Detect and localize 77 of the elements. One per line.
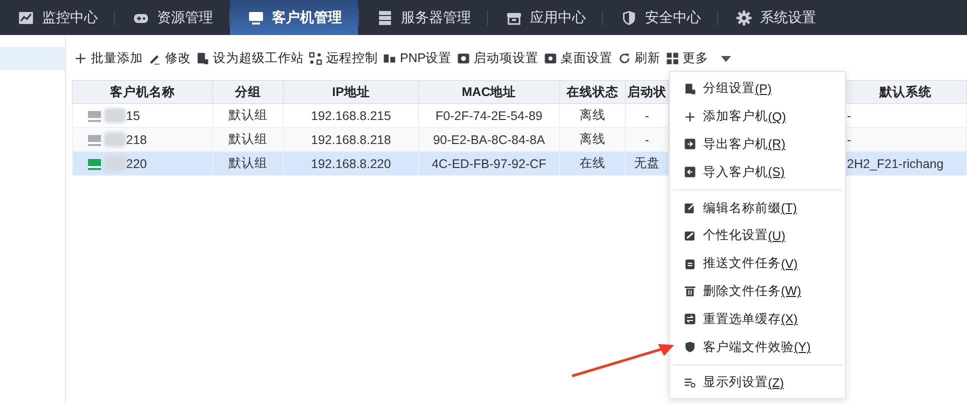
nav-tab[interactable]: 资源管理	[115, 0, 229, 35]
nav-tab[interactable]: 应用中心	[488, 0, 602, 35]
table-cell: 无盘	[634, 156, 660, 170]
list-settings-icon	[684, 376, 696, 389]
toolbar-button[interactable]: 修改	[146, 48, 194, 70]
table-cell: 90-E2-BA-8C-84-8A	[433, 132, 545, 146]
menu-item[interactable]: 删除文件任务(W)	[670, 278, 845, 306]
table-cell: 218	[126, 132, 147, 146]
table-cell: 默认组	[228, 156, 268, 170]
trash-icon	[684, 285, 696, 298]
refresh-icon	[618, 52, 631, 65]
nav-tab[interactable]: 监控中心	[0, 0, 114, 35]
table-cell: -	[847, 132, 852, 146]
menu-item[interactable]: 重置选单缓存(X)	[670, 305, 845, 334]
table-cell: 192.168.8.220	[311, 156, 391, 170]
nav-tab[interactable]: 安全中心	[603, 0, 717, 35]
menu-item[interactable]: 分组设置(P)	[670, 75, 845, 103]
table-cell: 默认组	[228, 132, 268, 146]
menu-item[interactable]: 客户端文件效验(Y)	[670, 333, 845, 361]
toolbar-button[interactable]: 远程控制	[307, 48, 381, 70]
table-cell: -	[847, 108, 852, 122]
column-header[interactable]: 客户机名称	[72, 80, 212, 104]
toolbar-button[interactable]: PNP设置	[381, 48, 455, 70]
plus-icon	[74, 52, 87, 65]
table-cell: 192.168.8.218	[311, 132, 391, 146]
table-cell: -	[644, 132, 650, 146]
column-header[interactable]: 启动状	[626, 80, 668, 104]
toolbar-button[interactable]: 更多	[664, 48, 734, 70]
menu-item[interactable]: 推送文件任务(V)	[670, 250, 845, 278]
menu-item[interactable]: 个性化设置(U)	[670, 222, 845, 250]
monitor-icon	[248, 10, 264, 26]
table-cell: F0-2F-74-2E-54-89	[436, 108, 542, 122]
import-icon	[684, 166, 696, 178]
server-icon	[377, 10, 393, 26]
toolbar-button[interactable]: 设为超级工作站	[194, 48, 307, 70]
grid-icon	[666, 52, 679, 65]
column-header[interactable]: IP地址	[284, 80, 418, 104]
column-header[interactable]: MAC地址	[418, 80, 560, 104]
nav-tab[interactable]: 系统设置	[718, 0, 832, 35]
table-cell: 4C-ED-FB-97-92-CF	[432, 156, 546, 170]
table-cell: 离线	[580, 132, 606, 146]
toolbar-button[interactable]: 刷新	[616, 48, 664, 70]
table-cell: -	[644, 108, 650, 122]
column-header[interactable]: 默认系统	[844, 80, 966, 104]
blurred-redaction	[104, 132, 126, 147]
table-cell: 220	[126, 156, 147, 170]
menu-item[interactable]: 编辑名称前缀(T)	[670, 194, 845, 222]
chart-icon	[18, 10, 34, 26]
edit-icon	[684, 202, 696, 214]
table-cell: 192.168.8.215	[311, 108, 391, 122]
swap-icon	[684, 313, 696, 326]
column-header[interactable]: 分组	[212, 80, 284, 104]
table-cell: 在线	[580, 156, 606, 170]
sidebar-item[interactable]	[0, 47, 65, 70]
table-cell: 15	[126, 108, 140, 122]
menu-item[interactable]: 添加客户机(Q)	[670, 102, 845, 131]
export-icon	[684, 138, 696, 150]
desktop-icon	[544, 52, 557, 65]
blurred-redaction	[104, 108, 126, 123]
plus-icon	[684, 110, 696, 123]
device-icon	[383, 52, 396, 65]
document-icon	[684, 82, 696, 95]
toolbar-button[interactable]: 启动项设置	[454, 48, 542, 70]
nav-tab[interactable]: 服务器管理	[359, 0, 487, 35]
nav-tab[interactable]: 客户机管理	[230, 0, 358, 35]
table-cell: 2H2_F21-richang	[847, 156, 944, 170]
gear-icon	[736, 10, 752, 26]
shield-icon	[684, 341, 696, 354]
table-cell: 默认组	[228, 108, 268, 122]
toolbar-button[interactable]: 批量添加	[72, 48, 146, 70]
toolbar-button[interactable]: 桌面设置	[542, 48, 616, 70]
menu-item[interactable]: 显示列设置(Z)	[670, 368, 845, 397]
shield-icon	[621, 10, 637, 26]
blurred-redaction	[104, 156, 126, 171]
document-icon	[196, 52, 209, 65]
column-header[interactable]: 在线状态	[560, 80, 626, 104]
table-cell: 离线	[580, 108, 606, 122]
